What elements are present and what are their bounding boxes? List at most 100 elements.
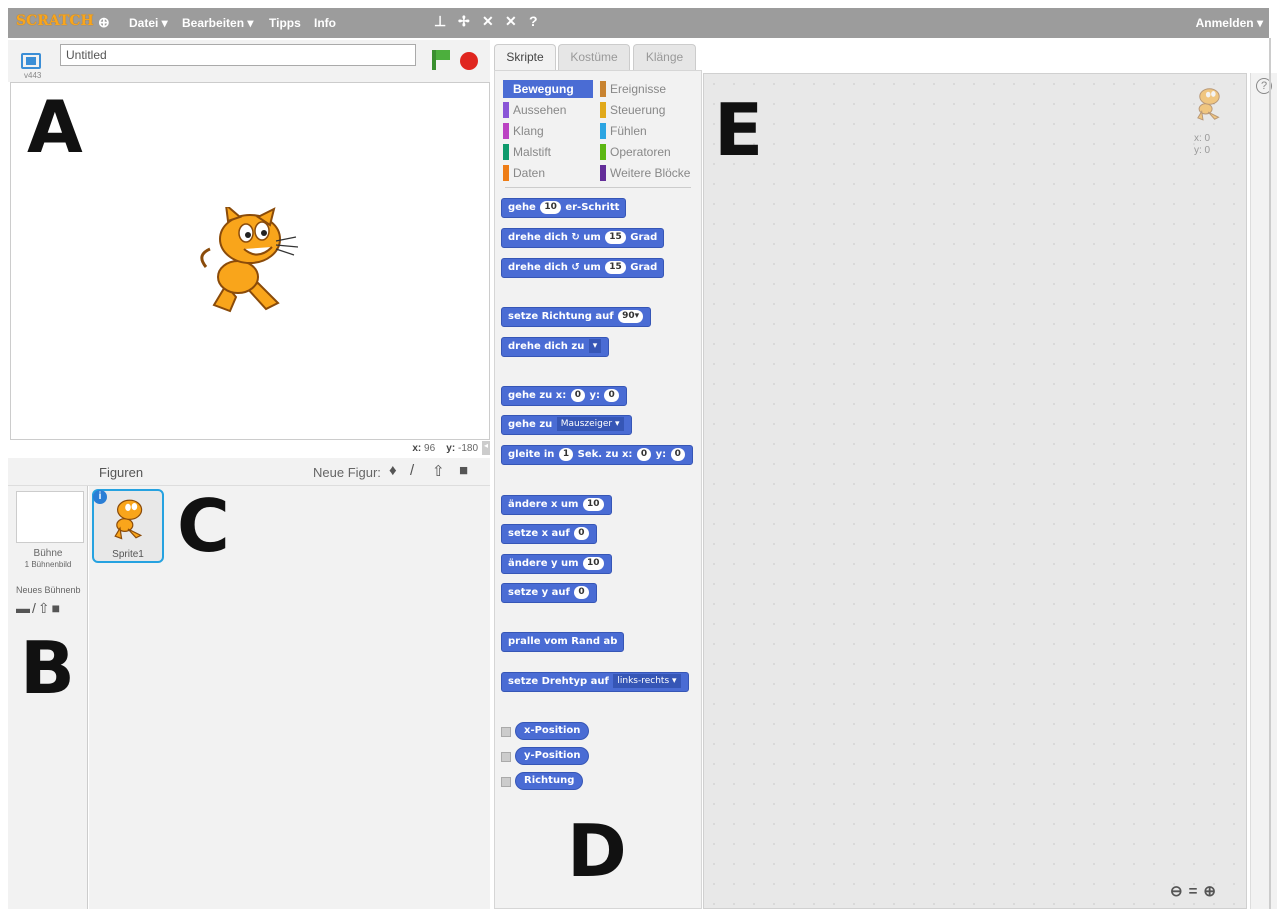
- block-turn-right[interactable]: drehe dich ↻ um 15 Grad: [501, 228, 665, 248]
- category-malstift[interactable]: Malstift: [503, 143, 551, 161]
- upload-icon[interactable]: ⇧: [432, 462, 445, 480]
- stage-column: Bühne 1 Bühnenbild Neues Bühnenb ▬/⇧■ B: [8, 486, 88, 909]
- tab-klaenge[interactable]: Klänge: [633, 44, 696, 70]
- category-daten[interactable]: Daten: [503, 164, 545, 182]
- tab-skripte[interactable]: Skripte: [494, 44, 556, 72]
- category-klang[interactable]: Klang: [503, 122, 544, 140]
- project-title-input[interactable]: [60, 44, 416, 66]
- coords-x-value: 96: [424, 443, 436, 454]
- block-move-steps[interactable]: gehe 10 er-Schritt: [501, 198, 627, 218]
- category-fuehlen[interactable]: Fühlen: [600, 122, 647, 140]
- green-flag-icon[interactable]: [432, 50, 450, 70]
- coords-y-label: y:: [446, 443, 456, 454]
- menu-tipps[interactable]: Tipps: [269, 16, 301, 30]
- menu-datei[interactable]: Datei ▾: [129, 16, 168, 30]
- menu-bar: SCRATCH ⊕ Datei ▾ Bearbeiten ▾ Tipps Inf…: [8, 8, 1269, 38]
- category-steuerung[interactable]: Steuerung: [600, 101, 665, 119]
- reporter-direction[interactable]: Richtung: [515, 772, 584, 790]
- category-label: Steuerung: [610, 103, 666, 117]
- delete-cut-icon[interactable]: ✢: [458, 13, 470, 30]
- block-turn-left[interactable]: drehe dich ↺ um 15 Grad: [501, 258, 665, 278]
- library-icon[interactable]: ♦: [389, 462, 397, 479]
- current-sprite-icon: [1197, 88, 1220, 121]
- category-aussehen[interactable]: Aussehen: [503, 101, 566, 119]
- rotate-cw-icon: ↻: [571, 232, 580, 243]
- category-operatoren[interactable]: Operatoren: [600, 143, 671, 161]
- category-label: Operatoren: [610, 145, 671, 159]
- coords-y-value: -180: [457, 443, 478, 454]
- category-label: Bewegung: [513, 82, 574, 96]
- stage-thumbnail[interactable]: [16, 491, 84, 543]
- new-backdrop-icons[interactable]: ▬/⇧■: [16, 600, 62, 617]
- menu-info[interactable]: Info: [314, 16, 336, 30]
- checkbox-direction[interactable]: [501, 777, 511, 787]
- sprite-position: x: 0 y: 0: [1194, 133, 1210, 157]
- block-glide[interactable]: gleite in 1 Sek. zu x: 0 y: 0: [501, 445, 693, 465]
- scripts-area[interactable]: E: [703, 73, 1247, 909]
- tab-kostueme[interactable]: Kostüme: [558, 44, 630, 70]
- category-weitere-bloecke[interactable]: Weitere Blöcke: [600, 164, 690, 182]
- menu-bearbeiten[interactable]: Bearbeiten ▾: [182, 16, 253, 30]
- rotate-ccw-icon: ↺: [571, 262, 580, 273]
- mouse-coords: x: 96 y: -180: [8, 440, 490, 458]
- block-change-x[interactable]: ändere x um 10: [501, 495, 612, 515]
- sprites-title: Figuren: [99, 465, 144, 480]
- help-icon[interactable]: ?: [529, 13, 538, 29]
- info-icon[interactable]: i: [93, 490, 107, 504]
- block-change-y[interactable]: ändere y um 10: [501, 554, 612, 574]
- category-bewegung[interactable]: Bewegung: [503, 80, 593, 98]
- category-label: Fühlen: [610, 124, 647, 138]
- block-goto-xy[interactable]: gehe zu x: 0 y: 0: [501, 386, 627, 406]
- block-rotation-style[interactable]: setze Drehtyp auf links-rechts ▾: [501, 672, 689, 692]
- checkbox-y-position[interactable]: [501, 752, 511, 762]
- paint-icon[interactable]: /: [410, 462, 414, 479]
- scratch-logo[interactable]: SCRATCH: [16, 13, 94, 29]
- duplicate-stamp-icon[interactable]: ⊥: [434, 13, 446, 30]
- version-label: v443: [24, 71, 42, 80]
- collapse-stage-icon[interactable]: ◂: [482, 441, 490, 455]
- category-ereignisse[interactable]: Ereignisse: [600, 80, 666, 98]
- label-e: E: [714, 88, 764, 172]
- category-label: Ereignisse: [610, 82, 667, 96]
- block-goto-target[interactable]: gehe zu Mauszeiger ▾: [501, 415, 632, 435]
- sprite-list: Sprite1 i C: [89, 484, 490, 909]
- sprite-y: y: 0: [1194, 145, 1211, 156]
- scratch-cat-thumbnail: [114, 499, 143, 540]
- palette-divider: [505, 187, 691, 188]
- block-set-y[interactable]: setze y auf 0: [501, 583, 597, 603]
- login-menu[interactable]: Anmelden ▾: [1196, 16, 1263, 30]
- block-point-direction[interactable]: setze Richtung auf 90▾: [501, 307, 652, 327]
- reporter-x-position[interactable]: x-Position: [515, 722, 590, 740]
- reporter-y-position[interactable]: y-Position: [515, 747, 590, 765]
- stage[interactable]: A: [10, 82, 490, 440]
- scratch-cat-sprite[interactable]: [196, 207, 301, 317]
- sprite-x: x: 0: [1194, 133, 1211, 144]
- coords-x-label: x:: [412, 443, 422, 454]
- zoom-in-icon[interactable]: ⊕: [1203, 883, 1222, 900]
- category-label: Klang: [513, 124, 544, 138]
- category-label: Daten: [513, 166, 546, 180]
- category-label: Weitere Blöcke: [610, 166, 691, 180]
- stage-label: Bühne: [33, 548, 63, 559]
- zoom-reset-icon[interactable]: =: [1189, 883, 1204, 900]
- stop-icon[interactable]: [460, 52, 478, 70]
- label-c: C: [177, 484, 230, 568]
- sprite-thumbnail[interactable]: Sprite1 i: [92, 489, 164, 563]
- fullscreen-icon[interactable]: [21, 53, 41, 69]
- block-point-towards[interactable]: drehe dich zu ▾: [501, 337, 610, 357]
- label-a: A: [27, 85, 83, 169]
- block-palette: Bewegung Ereignisse Aussehen Steuerung K…: [494, 70, 702, 909]
- sprite-pane-header: Figuren Neue Figur: ♦ / ⇧ ■: [8, 458, 490, 486]
- camera-icon[interactable]: ■: [459, 462, 468, 479]
- zoom-out-icon[interactable]: ⊖: [1170, 883, 1189, 900]
- block-bounce[interactable]: pralle vom Rand ab: [501, 632, 625, 652]
- globe-icon[interactable]: ⊕: [98, 14, 110, 31]
- checkbox-x-position[interactable]: [501, 727, 511, 737]
- grow-icon[interactable]: ✕: [482, 13, 494, 30]
- stage-backdrop-count: 1 Bühnenbild: [24, 560, 72, 569]
- right-border: [1269, 38, 1271, 909]
- label-b: B: [20, 626, 75, 710]
- shrink-icon[interactable]: ✕: [505, 13, 517, 30]
- block-set-x[interactable]: setze x auf 0: [501, 524, 597, 544]
- zoom-controls: ⊖=⊕: [1170, 882, 1222, 900]
